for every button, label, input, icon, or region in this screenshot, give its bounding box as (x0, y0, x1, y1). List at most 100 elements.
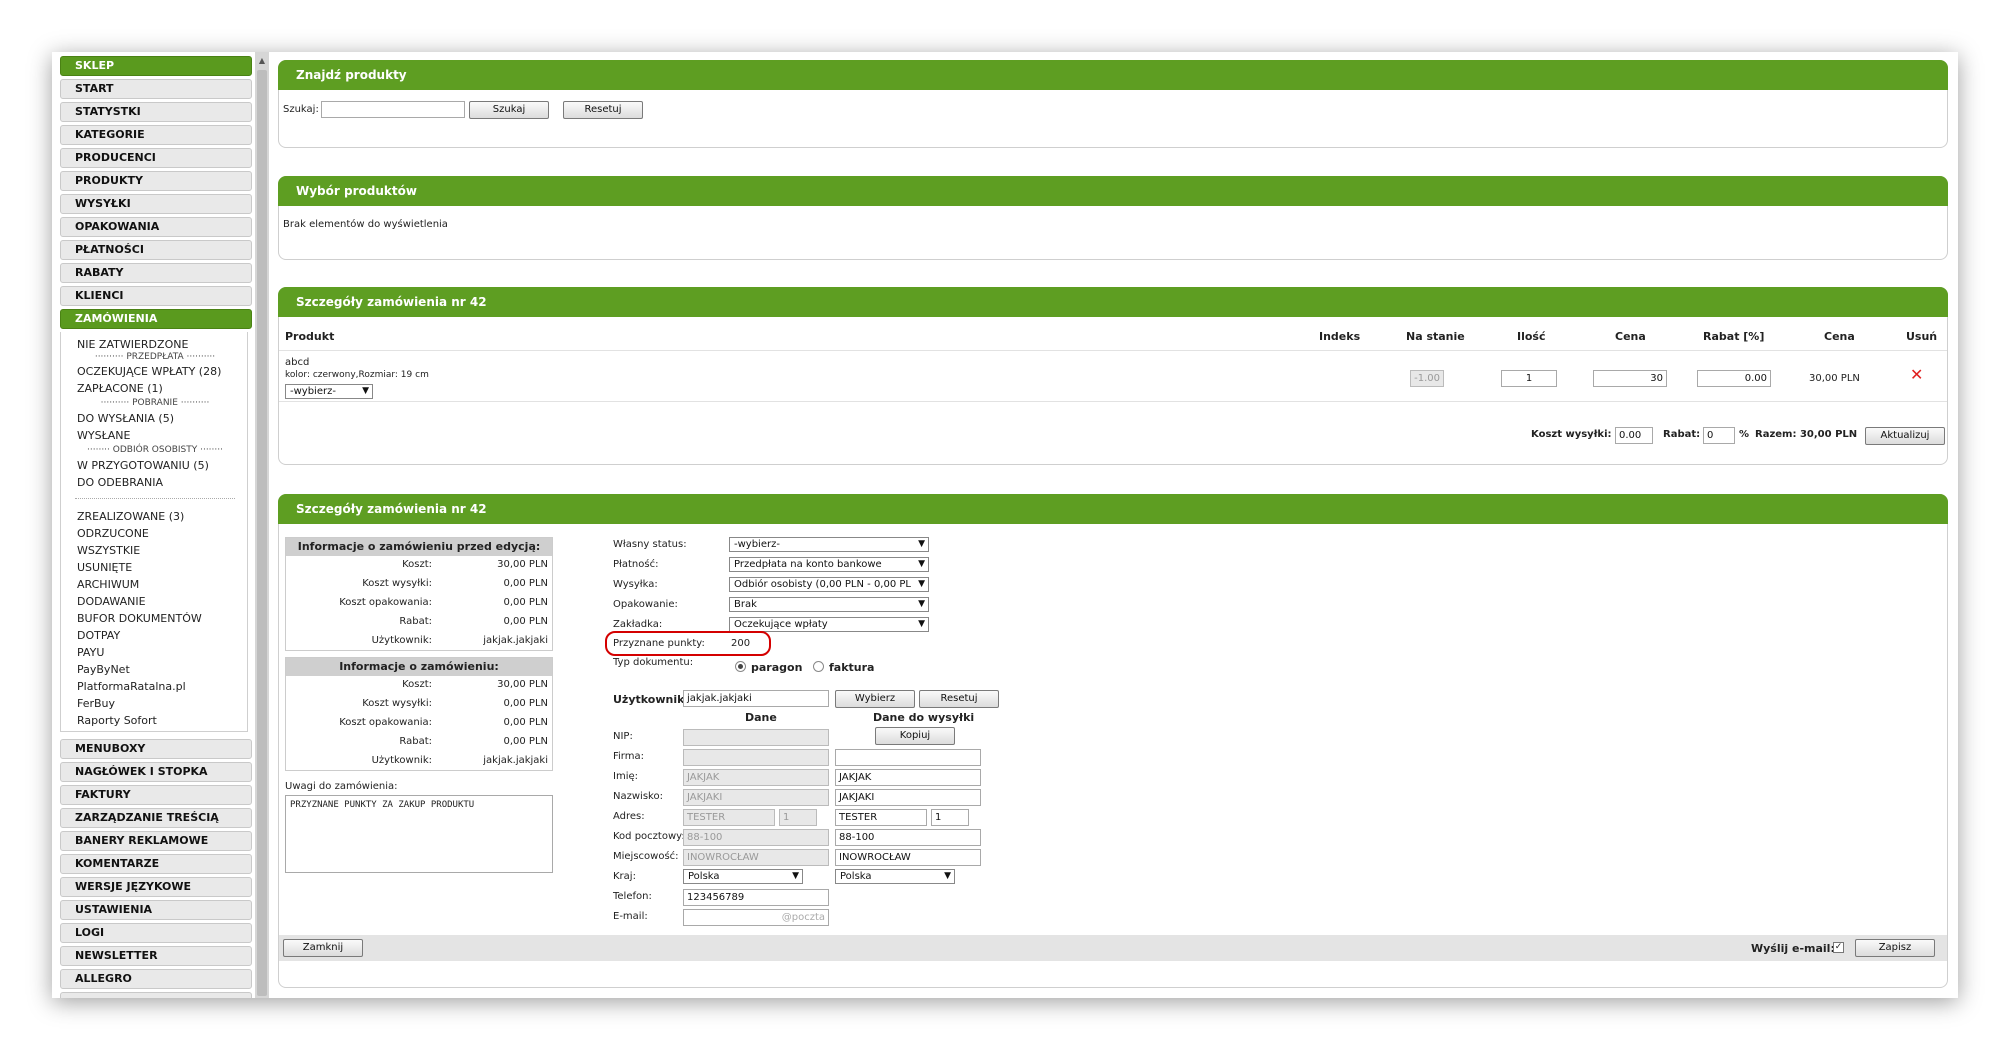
send-email-checkbox[interactable]: ✓ (1833, 942, 1844, 953)
nav-faktury[interactable]: FAKTURY (60, 785, 252, 805)
ship-city-input[interactable]: INOWROCŁAW (835, 849, 981, 866)
info-row: Koszt: 30,00 PLN (286, 556, 552, 575)
choose-user-button[interactable]: Wybierz (835, 690, 915, 708)
imie-field: JAKJAK (683, 769, 829, 786)
col-ilosc: Ilość (1517, 330, 1546, 343)
sub-dotpay[interactable]: DOTPAY (77, 629, 120, 642)
sub-payu[interactable]: PAYU (77, 646, 104, 659)
sub-nie-zatwierdzone[interactable]: NIE ZATWIERDZONE (77, 338, 188, 351)
doc-paragon-radio[interactable] (735, 661, 746, 672)
nav-komentarze[interactable]: KOMENTARZE (60, 854, 252, 874)
sub-archiwum[interactable]: ARCHIWUM (77, 578, 139, 591)
price-input[interactable]: 30 (1593, 370, 1667, 387)
col-indeks: Indeks (1319, 330, 1361, 343)
sub-wszystkie[interactable]: WSZYSTKIE (77, 544, 140, 557)
panel-title: Szczegóły zamówienia nr 42 (278, 287, 1948, 317)
nav-klienci[interactable]: KLIENCI (60, 286, 252, 306)
discount-input[interactable]: 0.00 (1697, 370, 1771, 387)
nav-allegro[interactable]: ALLEGRO (60, 969, 252, 989)
doctype-label: Typ dokumentu: (613, 657, 694, 668)
update-button[interactable]: Aktualizuj (1865, 427, 1945, 445)
sub-ferbuy[interactable]: FerBuy (77, 697, 115, 710)
search-input[interactable] (321, 101, 465, 118)
ship-postcode-input[interactable]: 88-100 (835, 829, 981, 846)
nav-producenci[interactable]: PRODUCENCI (60, 148, 252, 168)
ship-nazwisko-input[interactable]: JAKJAKI (835, 789, 981, 806)
nav-ustawienia[interactable]: USTAWIENIA (60, 900, 252, 920)
reset-button[interactable]: Resetuj (563, 101, 643, 119)
ship-country-select[interactable]: Polska ▼ (835, 869, 955, 884)
doc-faktura-label: faktura (829, 661, 875, 674)
nav-opakowania[interactable]: OPAKOWANIA (60, 217, 252, 237)
sub-zrealizowane[interactable]: ZREALIZOWANE (3) (77, 510, 184, 523)
nav-zamowienia[interactable]: ZAMÓWIENIA (60, 309, 252, 329)
quantity-input[interactable]: 1 (1501, 370, 1557, 387)
sub-do-wyslania[interactable]: DO WYSŁANIA (5) (77, 412, 174, 425)
info-before-edit: Informacje o zamówieniu przed edycją: Ko… (285, 537, 553, 651)
sub-paybynet[interactable]: PayByNet (77, 663, 130, 676)
nav-wysylki[interactable]: WYSYŁKI (60, 194, 252, 214)
packaging-select[interactable]: Brak ▼ (729, 597, 929, 612)
sub-oczekujace[interactable]: OCZEKUJĄCE WPŁATY (28) (77, 365, 221, 378)
ship-firma-input[interactable] (835, 749, 981, 766)
order-discount-input[interactable]: 0 (1703, 427, 1735, 444)
firma-label: Firma: (613, 751, 644, 762)
sidebar-scrollbar[interactable]: ▲ (255, 52, 269, 998)
scroll-thumb[interactable] (257, 70, 267, 996)
sub-dodawanie[interactable]: DODAWANIE (77, 595, 146, 608)
send-email-label: Wyślij e-mail: (1751, 942, 1835, 955)
ship-imie-input[interactable]: JAKJAK (835, 769, 981, 786)
doc-faktura-radio[interactable] (813, 661, 824, 672)
sub-bufor-dokumentow[interactable]: BUFOR DOKUMENTÓW (77, 612, 202, 625)
status-select[interactable]: -wybierz- ▼ (729, 537, 929, 552)
sub-platforma-ratalna[interactable]: PlatformaRatalna.pl (77, 680, 186, 693)
nav-produkty[interactable]: PRODUKTY (60, 171, 252, 191)
nav-rabaty[interactable]: RABATY (60, 263, 252, 283)
nav-sklep[interactable]: SKLEP (60, 56, 252, 76)
firma-field (683, 749, 829, 766)
nav-menuboxy[interactable]: MENUBOXY (60, 739, 252, 759)
shipping-cost-input[interactable]: 0.00 (1615, 427, 1653, 444)
notes-textarea[interactable]: PRZYZNANE PUNKTY ZA ZAKUP PRODUKTU (285, 795, 553, 873)
nav-naglowek[interactable]: NAGŁÓWEK I STOPKA (60, 762, 252, 782)
nav-kategorie[interactable]: KATEGORIE (60, 125, 252, 145)
ship-house-number-input[interactable]: 1 (931, 809, 969, 826)
nav-more[interactable] (60, 992, 252, 998)
sub-wyslane[interactable]: WYSŁANE (77, 429, 130, 442)
sub-raporty-sofort[interactable]: Raporty Sofort (77, 714, 157, 727)
kod-label: Kod pocztowy: (613, 831, 685, 842)
nav-newsletter[interactable]: NEWSLETTER (60, 946, 252, 966)
scroll-up-arrow-icon[interactable]: ▲ (255, 54, 269, 68)
sub-do-odebrania[interactable]: DO ODEBRANIA (77, 476, 163, 489)
miejscowosc-label: Miejscowość: (613, 851, 679, 862)
info-key: Koszt opakowania: (339, 717, 432, 728)
sub-w-przygotowaniu[interactable]: W PRZYGOTOWANIU (5) (77, 459, 209, 472)
tab-select[interactable]: Oczekujące wpłaty ▼ (729, 617, 929, 632)
sub-usuniete[interactable]: USUNIĘTE (77, 561, 132, 574)
nav-logi[interactable]: LOGI (60, 923, 252, 943)
country-select[interactable]: Polska ▼ (683, 869, 803, 884)
copy-button[interactable]: Kopiuj (875, 727, 955, 745)
variant-select[interactable]: -wybierz- ▼ (285, 384, 373, 399)
sub-zaplacone[interactable]: ZAPŁACONE (1) (77, 382, 163, 395)
payment-select[interactable]: Przedpłata na konto bankowe ▼ (729, 557, 929, 572)
sub-odrzucone[interactable]: ODRZUCONE (77, 527, 149, 540)
user-input[interactable]: jakjak.jakjaki (683, 690, 829, 707)
nav-platnosci[interactable]: PŁATNOŚCI (60, 240, 252, 260)
save-button[interactable]: Zapisz (1855, 939, 1935, 957)
nav-wersje[interactable]: WERSJE JĘZYKOWE (60, 877, 252, 897)
phone-input[interactable]: 123456789 (683, 889, 829, 906)
info-row: Koszt opakowania: 0,00 PLN (286, 594, 552, 613)
email-input[interactable]: @poczta (683, 909, 829, 926)
reset-user-button[interactable]: Resetuj (919, 690, 999, 708)
shipping-select[interactable]: Odbiór osobisty (0,00 PLN - 0,00 PL ▼ (729, 577, 929, 592)
search-button[interactable]: Szukaj (469, 101, 549, 119)
close-button[interactable]: Zamknij (283, 939, 363, 957)
nav-statystki[interactable]: STATYSTKI (60, 102, 252, 122)
ship-street-input[interactable]: TESTER (835, 809, 927, 826)
nav-banery[interactable]: BANERY REKLAMOWE (60, 831, 252, 851)
delete-icon[interactable]: ✕ (1910, 367, 1926, 383)
nav-start[interactable]: START (60, 79, 252, 99)
info-key: Użytkownik: (371, 635, 432, 646)
nav-tresc[interactable]: ZARZĄDZANIE TREŚCIĄ (60, 808, 252, 828)
